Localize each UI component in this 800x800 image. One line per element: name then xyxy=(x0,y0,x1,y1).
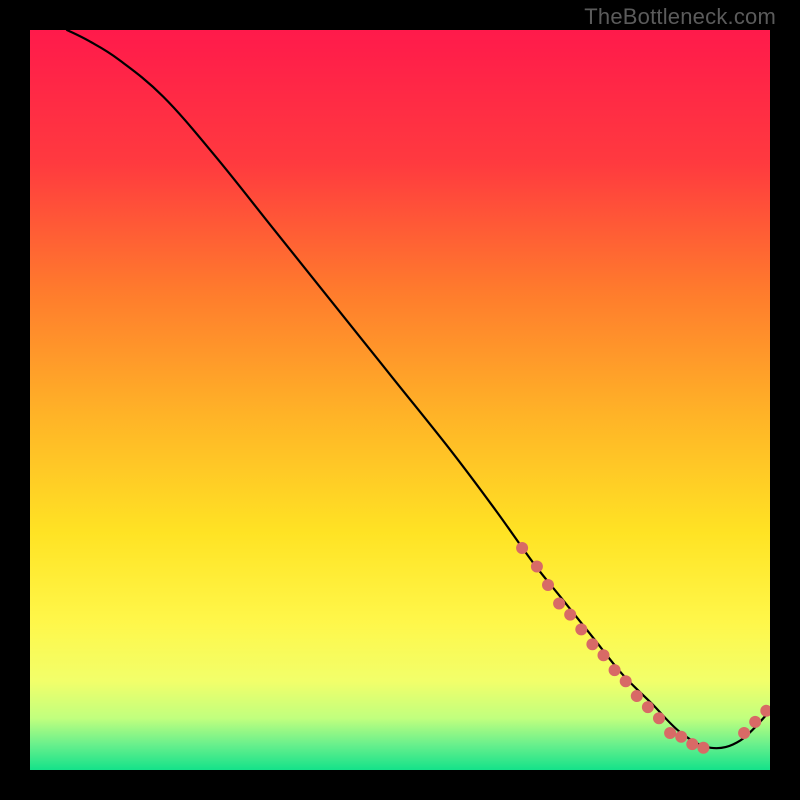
marker-dot xyxy=(531,561,543,573)
marker-dot xyxy=(516,542,528,554)
marker-dot xyxy=(631,690,643,702)
chart-frame: TheBottleneck.com xyxy=(0,0,800,800)
marker-dot xyxy=(686,738,698,750)
marker-dot xyxy=(542,579,554,591)
gradient-background xyxy=(30,30,770,770)
marker-dot xyxy=(664,727,676,739)
marker-dot xyxy=(749,716,761,728)
chart-svg xyxy=(30,30,770,770)
marker-dot xyxy=(575,623,587,635)
marker-dot xyxy=(653,712,665,724)
marker-dot xyxy=(697,742,709,754)
marker-dot xyxy=(620,675,632,687)
marker-dot xyxy=(738,727,750,739)
marker-dot xyxy=(553,598,565,610)
marker-dot xyxy=(609,664,621,676)
marker-dot xyxy=(675,731,687,743)
plot-area xyxy=(30,30,770,770)
marker-dot xyxy=(586,638,598,650)
marker-dot xyxy=(642,701,654,713)
marker-dot xyxy=(564,609,576,621)
marker-dot xyxy=(598,649,610,661)
watermark-label: TheBottleneck.com xyxy=(584,4,776,30)
